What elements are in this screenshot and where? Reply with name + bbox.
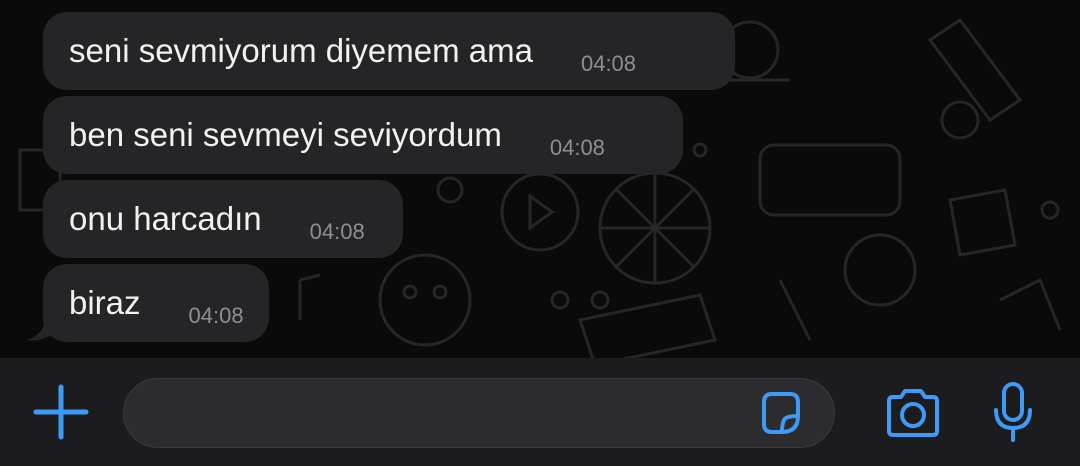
message-text: ben seni sevmeyi seviyordum [69, 116, 502, 153]
message-timestamp: 04:08 [549, 135, 605, 160]
message-text: seni sevmiyorum diyemem ama [69, 32, 533, 69]
sticker-icon[interactable] [756, 388, 806, 438]
microphone-icon[interactable] [990, 382, 1036, 444]
camera-icon[interactable] [883, 387, 943, 439]
bubble-tail [26, 322, 56, 341]
message-bubble[interactable]: biraz 04:08 [43, 264, 269, 342]
plus-icon[interactable] [32, 383, 90, 441]
message-bubble[interactable]: ben seni sevmeyi seviyordum 04:08 [43, 96, 683, 174]
chat-area: seni sevmiyorum diyemem ama 04:08 ben se… [0, 0, 1080, 358]
message-text: biraz [69, 284, 141, 321]
message-timestamp: 04:08 [580, 51, 637, 76]
message-input[interactable] [123, 378, 835, 448]
message-timestamp: 04:08 [309, 219, 365, 244]
message-timestamp: 04:08 [188, 303, 244, 328]
message-text: onu harcadın [69, 200, 262, 237]
message-bubble[interactable]: seni sevmiyorum diyemem ama 04:08 [43, 12, 735, 90]
message-bubble[interactable]: onu harcadın 04:08 [43, 180, 403, 258]
